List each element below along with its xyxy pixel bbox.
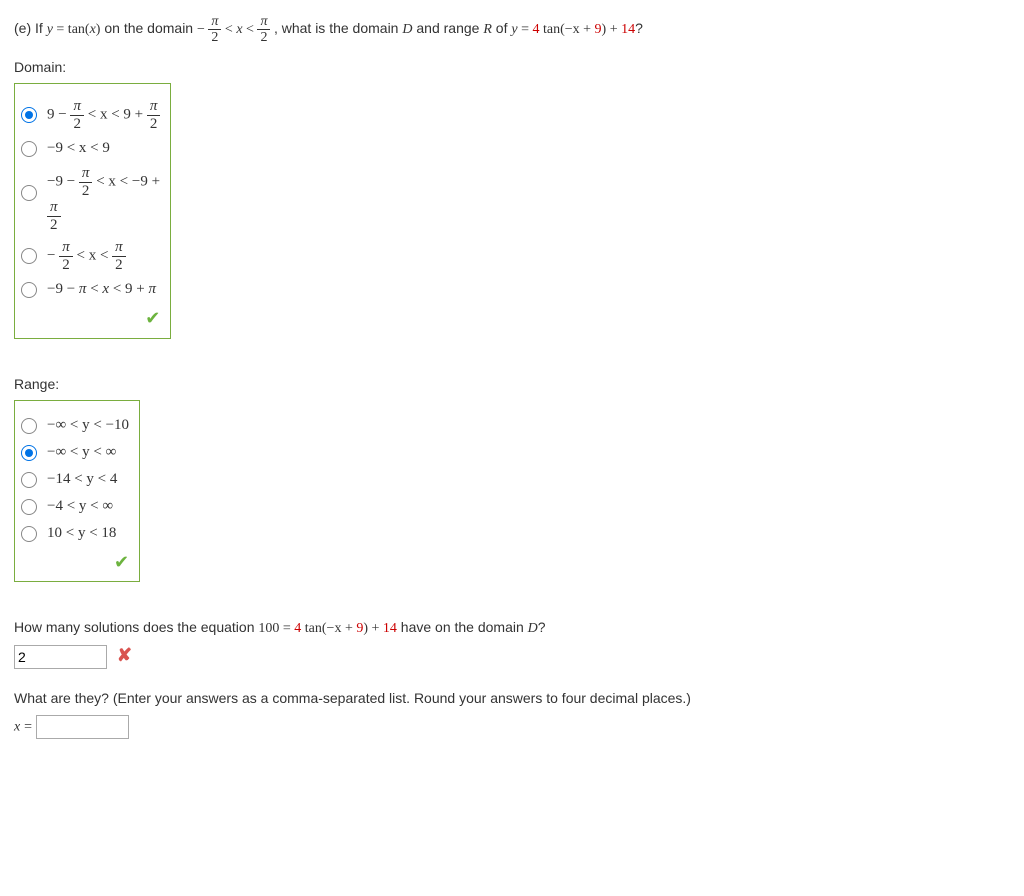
radio-icon <box>21 445 37 461</box>
radio-icon <box>21 418 37 434</box>
x-equals-label: x <box>14 720 20 735</box>
domain-choice-1[interactable]: 9 − π2 < x < 9 + π2 <box>21 98 160 132</box>
domain-choice-3[interactable]: −9 − π2 < x < −9 + π2 <box>21 165 160 233</box>
range-choice-1[interactable]: −∞ < y < −10 <box>21 415 129 436</box>
check-icon: ✔ <box>21 306 160 331</box>
range-choice-4[interactable]: −4 < y < ∞ <box>21 496 129 517</box>
check-icon: ✔ <box>21 550 129 575</box>
radio-icon <box>21 472 37 488</box>
range-label: Range: <box>14 375 1010 395</box>
radio-icon <box>21 107 37 123</box>
domain-choice-2[interactable]: −9 < x < 9 <box>21 138 160 159</box>
question-text: (e) If y = tan(x) on the domain − π2 < x… <box>14 14 1010 46</box>
radio-icon <box>21 282 37 298</box>
what-are-they-question: What are they? (Enter your answers as a … <box>14 689 1010 709</box>
domain-choice-box: 9 − π2 < x < 9 + π2 −9 < x < 9 −9 − π2 <… <box>14 83 171 338</box>
range-choice-box: −∞ < y < −10 −∞ < y < ∞ −14 < y < 4 −4 <… <box>14 400 140 582</box>
range-choice-5[interactable]: 10 < y < 18 <box>21 523 129 544</box>
radio-icon <box>21 526 37 542</box>
domain-label: Domain: <box>14 58 1010 78</box>
solutions-question: How many solutions does the equation 100… <box>14 618 1010 639</box>
solutions-list-input[interactable] <box>36 715 129 739</box>
domain-choice-4[interactable]: − π2 < x < π2 <box>21 239 160 273</box>
domain-choice-5[interactable]: −9 − π < x < 9 + π <box>21 279 160 300</box>
radio-icon <box>21 185 37 201</box>
cross-icon: ✘ <box>117 645 132 665</box>
radio-icon <box>21 248 37 264</box>
radio-icon <box>21 499 37 515</box>
range-choice-3[interactable]: −14 < y < 4 <box>21 469 129 490</box>
range-choice-2[interactable]: −∞ < y < ∞ <box>21 442 129 463</box>
solutions-count-input[interactable] <box>14 645 107 669</box>
radio-icon <box>21 141 37 157</box>
